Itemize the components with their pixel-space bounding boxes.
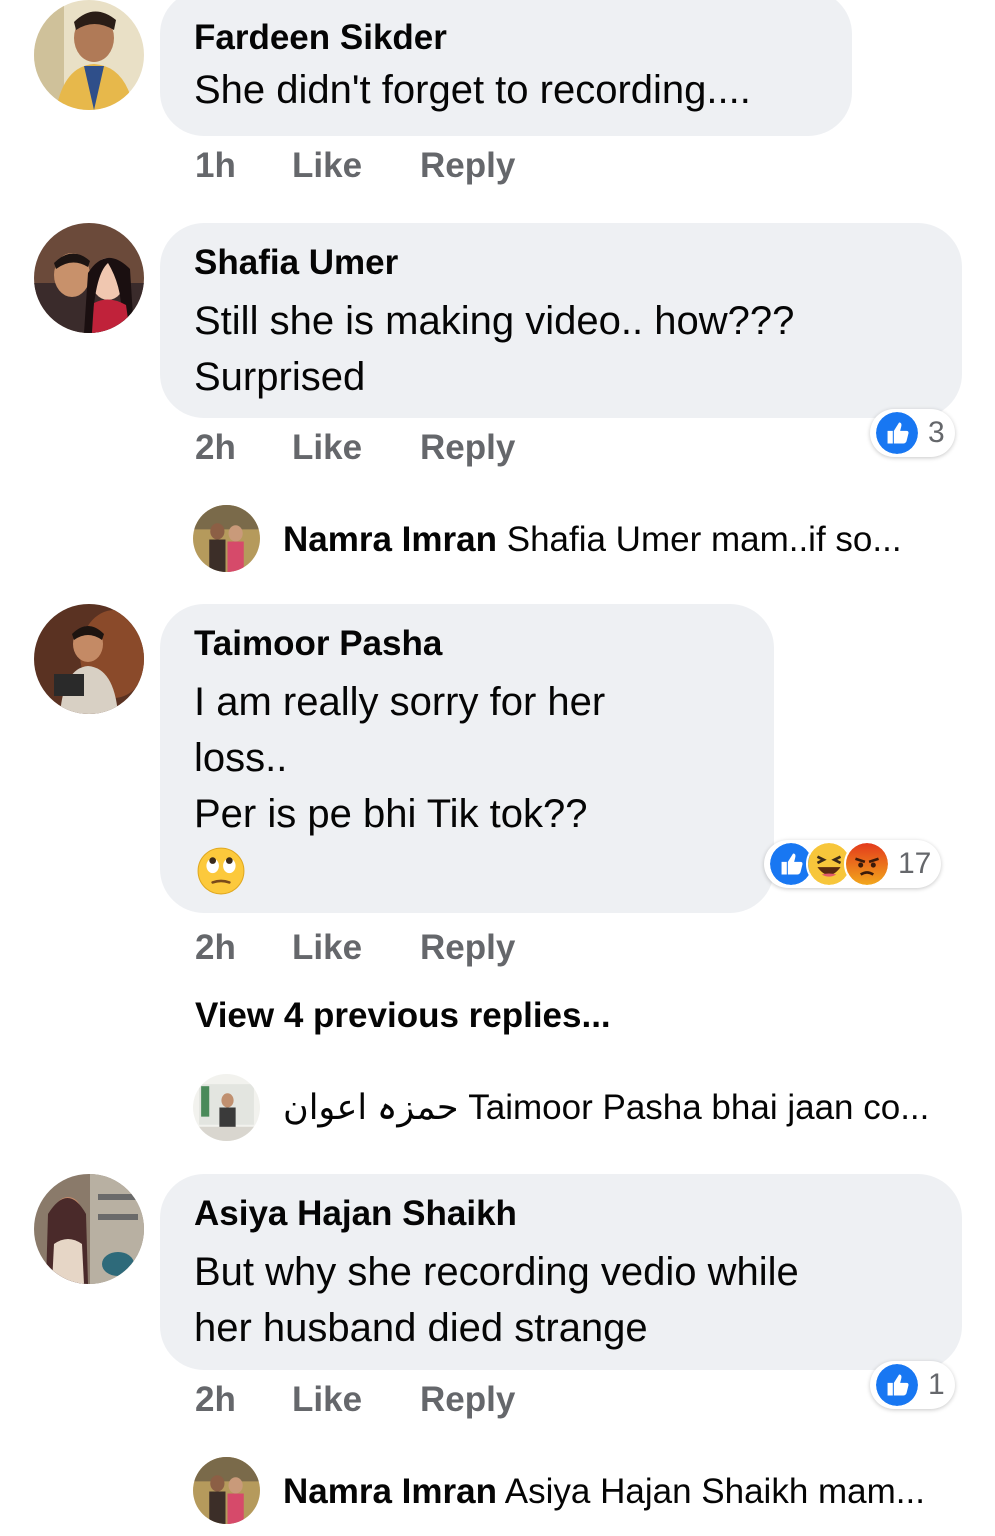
comment-time[interactable]: 2h [195, 928, 236, 968]
reply-snippet: Asiya Hajan Shaikh mam... [504, 1472, 925, 1511]
comment-author[interactable]: Shafia Umer [194, 243, 398, 283]
avatar-shafia[interactable] [34, 223, 144, 333]
comment-text: But why she recording vedio while her hu… [194, 1250, 799, 1350]
comment-bubble[interactable]: Fardeen Sikder She didn't forget to reco… [160, 0, 852, 136]
comment-bubble[interactable]: Asiya Hajan Shaikh But why she recording… [160, 1174, 962, 1370]
avatar-namra[interactable] [193, 505, 260, 572]
reaction-summary[interactable]: 1 [870, 1361, 955, 1409]
avatar-taimoor[interactable] [34, 604, 144, 714]
like-reaction-icon [874, 410, 920, 456]
reaction-count: 17 [898, 847, 932, 880]
reaction-summary[interactable]: 3 [870, 409, 955, 457]
view-previous-replies-link[interactable]: View 4 previous replies... [195, 996, 611, 1036]
comment-author[interactable]: Taimoor Pasha [194, 624, 442, 664]
comment-time[interactable]: 1h [195, 146, 236, 186]
reply-button[interactable]: Reply [420, 428, 515, 468]
comment-author[interactable]: Fardeen Sikder [194, 18, 447, 58]
comment-time[interactable]: 2h [195, 428, 236, 468]
reaction-summary[interactable]: 17 [764, 840, 942, 888]
avatar-asiya[interactable] [34, 1174, 144, 1284]
reaction-count: 1 [928, 1368, 945, 1401]
reply-button[interactable]: Reply [420, 1380, 515, 1420]
reaction-count: 3 [928, 416, 945, 449]
like-reaction-icon [874, 1362, 920, 1408]
reply-text: حمزہ اعوان Taimoor Pasha bhai jaan co... [283, 1088, 929, 1128]
reply-author[interactable]: حمزہ اعوان [283, 1088, 459, 1127]
comment-text: She didn't forget to recording.... [194, 68, 751, 112]
avatar-namra[interactable] [193, 1457, 260, 1524]
reply-button[interactable]: Reply [420, 146, 515, 186]
avatar-hamza[interactable] [193, 1074, 260, 1141]
reply-button[interactable]: Reply [420, 928, 515, 968]
face-with-rolling-eyes-icon [197, 847, 245, 895]
reply-text: Namra Imran Asiya Hajan Shaikh mam... [283, 1472, 925, 1512]
avatar-fardeen[interactable] [34, 0, 144, 110]
comment-time[interactable]: 2h [195, 1380, 236, 1420]
like-button[interactable]: Like [292, 928, 362, 968]
comment-bubble[interactable]: Shafia Umer Still she is making video.. … [160, 223, 962, 418]
like-button[interactable]: Like [292, 146, 362, 186]
reply-snippet: Taimoor Pasha bhai jaan co... [468, 1088, 930, 1127]
comment-text: I am really sorry for her loss.. Per is … [194, 680, 606, 836]
comment-text: Still she is making video.. how??? Surpr… [194, 299, 795, 399]
angry-reaction-icon [844, 841, 890, 887]
reply-author[interactable]: Namra Imran [283, 1472, 497, 1511]
reply-author[interactable]: Namra Imran [283, 520, 497, 559]
comment-bubble[interactable]: Taimoor Pasha I am really sorry for her … [160, 604, 774, 913]
comment-author[interactable]: Asiya Hajan Shaikh [194, 1194, 517, 1234]
like-button[interactable]: Like [292, 1380, 362, 1420]
reply-snippet: Shafia Umer mam..if so... [506, 520, 902, 559]
reply-text: Namra Imran Shafia Umer mam..if so... [283, 520, 902, 560]
like-button[interactable]: Like [292, 428, 362, 468]
